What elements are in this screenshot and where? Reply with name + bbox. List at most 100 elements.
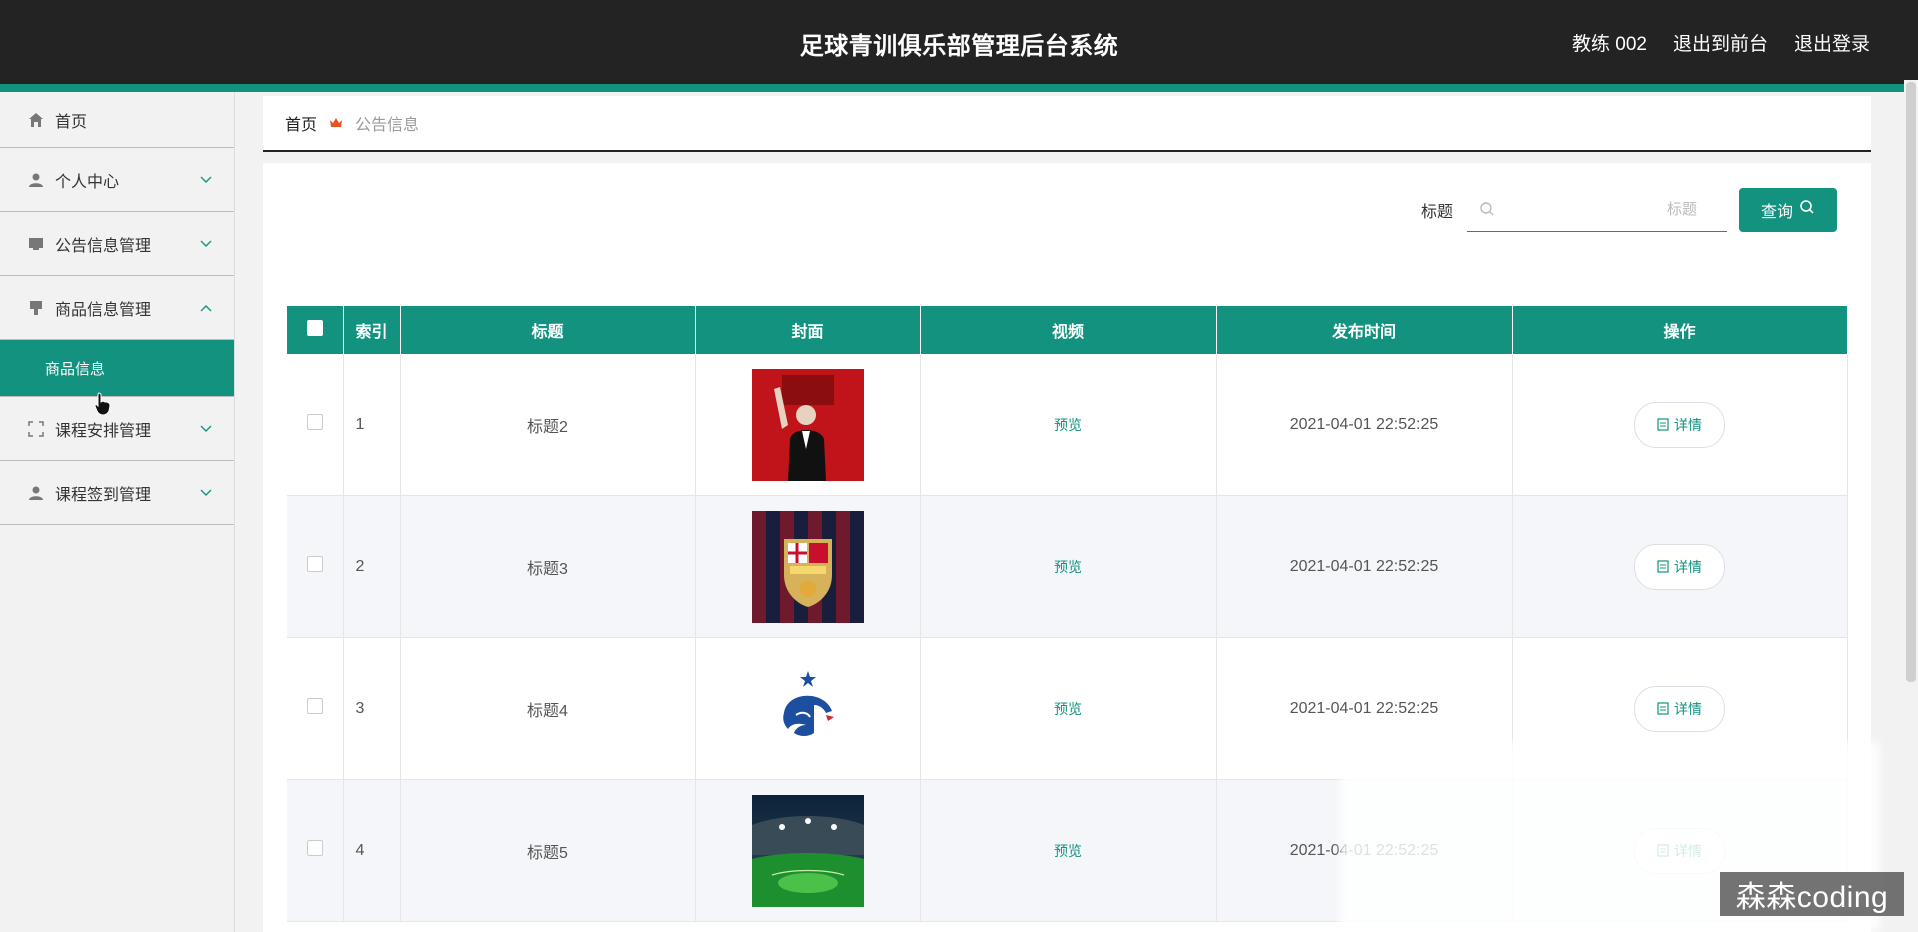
row-select-cell bbox=[287, 779, 344, 922]
notice-icon bbox=[27, 235, 45, 253]
document-icon bbox=[1657, 560, 1669, 573]
row-cover-cell bbox=[695, 495, 921, 638]
sidebar-item-goods-management[interactable]: 商品信息管理 bbox=[0, 276, 234, 340]
sidebar-item-home[interactable]: 首页 bbox=[0, 92, 234, 148]
top-header: 足球青训俱乐部管理后台系统 教练 002 退出到前台 退出登录 bbox=[0, 0, 1918, 92]
search-input[interactable] bbox=[1467, 187, 1727, 231]
chevron-down-icon bbox=[200, 484, 212, 502]
row-cover-cell bbox=[695, 637, 921, 780]
search-bar: 标题 查询 bbox=[1421, 187, 1837, 232]
logout-link[interactable]: 退出登录 bbox=[1794, 29, 1870, 56]
row-select-cell bbox=[287, 354, 344, 496]
detail-button-label: 详情 bbox=[1674, 700, 1702, 717]
column-header: 封面 bbox=[695, 306, 921, 354]
search-label: 标题 bbox=[1420, 203, 1453, 221]
row-index: 3 bbox=[343, 637, 401, 780]
row-checkbox[interactable] bbox=[306, 698, 323, 714]
detail-button-label: 详情 bbox=[1674, 558, 1702, 575]
row-title: 标题5 bbox=[400, 779, 696, 922]
row-action-cell: 详情 bbox=[1512, 354, 1848, 496]
row-title: 标题3 bbox=[400, 495, 696, 638]
user-name-link[interactable]: 教练 002 bbox=[1572, 29, 1647, 56]
chevron-down-icon bbox=[200, 420, 212, 438]
preview-link[interactable]: 预览 bbox=[1054, 559, 1082, 575]
header-accent-bar bbox=[0, 84, 1918, 92]
document-icon bbox=[1657, 418, 1669, 431]
row-index: 4 bbox=[343, 779, 401, 922]
detail-button[interactable]: 详情 bbox=[1634, 543, 1725, 590]
row-select-cell bbox=[287, 637, 344, 780]
sidebar-item-notice-management[interactable]: 公告信息管理 bbox=[0, 212, 234, 276]
cover-image-stadium[interactable] bbox=[751, 794, 864, 907]
sidebar-item-label: 商品信息管理 bbox=[55, 301, 152, 319]
crown-icon bbox=[329, 117, 343, 129]
goods-icon bbox=[27, 299, 45, 317]
schedule-icon bbox=[27, 420, 45, 438]
row-select-cell bbox=[287, 495, 344, 638]
scrollbar-thumb[interactable] bbox=[1906, 82, 1916, 682]
table-header-row: 索引 标题 封面 视频 发布时间 操作 bbox=[287, 306, 1848, 354]
cover-image-fcb[interactable] bbox=[751, 510, 864, 623]
row-index: 2 bbox=[343, 495, 401, 638]
row-index: 1 bbox=[343, 354, 401, 496]
sidebar-item-label: 个人中心 bbox=[55, 173, 120, 191]
checkin-icon bbox=[27, 484, 45, 502]
sidebar-subitem-goods-info[interactable]: 商品信息 bbox=[0, 340, 234, 397]
row-title: 标题2 bbox=[400, 354, 696, 496]
row-cover-cell bbox=[695, 354, 921, 496]
select-all-header bbox=[287, 306, 344, 354]
column-header: 视频 bbox=[920, 306, 1217, 354]
chevron-down-icon bbox=[200, 171, 212, 189]
row-checkbox[interactable] bbox=[306, 840, 323, 856]
row-title: 标题4 bbox=[400, 637, 696, 780]
sidebar-item-personal-center[interactable]: 个人中心 bbox=[0, 148, 234, 212]
sidebar-item-label: 课程签到管理 bbox=[55, 486, 152, 504]
sidebar-item-course-checkin[interactable]: 课程签到管理 bbox=[0, 461, 234, 525]
detail-button[interactable]: 详情 bbox=[1634, 685, 1725, 732]
chevron-up-icon bbox=[200, 299, 212, 317]
header-links: 教练 002 退出到前台 退出登录 bbox=[1572, 29, 1870, 56]
row-video-cell: 预览 bbox=[920, 495, 1217, 638]
query-button[interactable]: 查询 bbox=[1739, 187, 1837, 232]
detail-button[interactable]: 详情 bbox=[1634, 401, 1725, 448]
home-icon bbox=[27, 111, 45, 129]
chevron-down-icon bbox=[200, 235, 212, 253]
breadcrumb-home[interactable]: 首页 bbox=[285, 111, 317, 135]
row-cover-cell bbox=[695, 779, 921, 922]
detail-button-label: 详情 bbox=[1674, 416, 1702, 433]
row-time: 2021-04-01 22:52:25 bbox=[1216, 495, 1513, 638]
column-header: 操作 bbox=[1512, 306, 1848, 354]
document-icon bbox=[1657, 702, 1669, 715]
row-video-cell: 预览 bbox=[920, 637, 1217, 780]
column-header: 索引 bbox=[343, 306, 401, 354]
row-checkbox[interactable] bbox=[306, 414, 323, 430]
search-icon bbox=[1479, 201, 1495, 222]
sidebar: 首页 个人中心 公告信息管理 商品信息管理 商品信息 课程安排管理 课程签到管理 bbox=[0, 92, 235, 932]
row-video-cell: 预览 bbox=[920, 354, 1217, 496]
column-header: 标题 bbox=[400, 306, 696, 354]
watermark: 森森coding bbox=[1720, 872, 1904, 916]
row-checkbox[interactable] bbox=[306, 556, 323, 572]
preview-link[interactable]: 预览 bbox=[1054, 701, 1082, 717]
user-icon bbox=[27, 171, 45, 189]
preview-link[interactable]: 预览 bbox=[1054, 843, 1082, 859]
column-header: 发布时间 bbox=[1216, 306, 1513, 354]
search-icon bbox=[1799, 199, 1815, 220]
cover-image-france[interactable] bbox=[751, 652, 864, 765]
row-action-cell: 详情 bbox=[1512, 495, 1848, 638]
row-time: 2021-04-01 22:52:25 bbox=[1216, 354, 1513, 496]
row-video-cell: 预览 bbox=[920, 779, 1217, 922]
preview-link[interactable]: 预览 bbox=[1054, 417, 1082, 433]
page-scrollbar[interactable] bbox=[1904, 80, 1918, 932]
sidebar-item-course-schedule[interactable]: 课程安排管理 bbox=[0, 397, 234, 461]
table-row: 1 标题2 预览 2021-04-01 22:52:25 详情 bbox=[287, 354, 1848, 496]
select-all-checkbox[interactable] bbox=[306, 319, 323, 336]
hand-cursor-icon bbox=[94, 392, 112, 421]
query-button-label: 查询 bbox=[1760, 203, 1793, 221]
search-field-wrapper bbox=[1467, 187, 1727, 232]
sidebar-item-label: 公告信息管理 bbox=[55, 237, 152, 255]
cover-image-liverpool[interactable] bbox=[751, 368, 864, 481]
exit-to-front-link[interactable]: 退出到前台 bbox=[1673, 29, 1768, 56]
breadcrumb: 首页 公告信息 bbox=[263, 96, 1871, 152]
table-row: 2 标题3 预览 2021-04-01 22:52:25 详情 bbox=[287, 495, 1848, 638]
